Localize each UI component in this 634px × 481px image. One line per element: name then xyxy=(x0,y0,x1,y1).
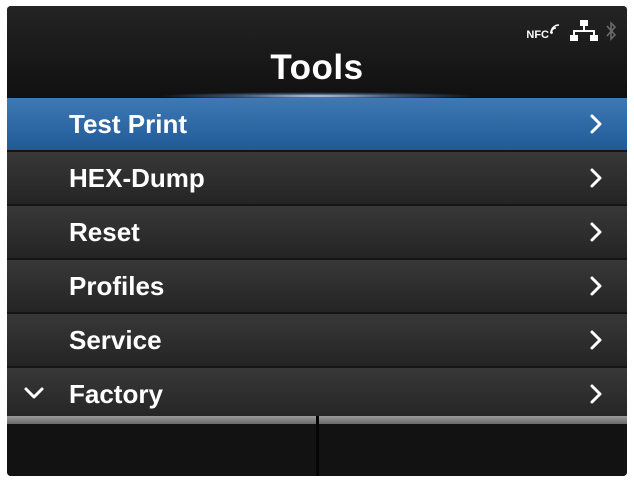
menu-item-label: Factory xyxy=(69,379,163,409)
nfc-icon xyxy=(550,24,560,34)
menu-item-label: Test Print xyxy=(69,109,187,139)
menu-item-label: Reset xyxy=(69,217,140,247)
network-icon xyxy=(570,20,598,41)
chevron-right-icon xyxy=(590,114,602,134)
printer-display: NFC Tools Test Print HEX-Dump Reset Prof… xyxy=(7,6,627,476)
soft-key-left[interactable] xyxy=(7,416,316,476)
chevron-right-icon xyxy=(590,276,602,296)
bluetooth-icon xyxy=(606,21,617,41)
tools-menu: Test Print HEX-Dump Reset Profiles Servi xyxy=(7,98,627,422)
soft-key-left-bar xyxy=(7,416,316,424)
menu-item-hex-dump[interactable]: HEX-Dump xyxy=(7,152,627,204)
menu-item-service[interactable]: Service xyxy=(7,314,627,366)
chevron-down-icon xyxy=(24,387,44,399)
menu-item-profiles[interactable]: Profiles xyxy=(7,260,627,312)
page-title: Tools xyxy=(270,48,364,87)
nfc-indicator: NFC xyxy=(526,21,563,41)
menu-item-label: Service xyxy=(69,325,162,355)
chevron-right-icon xyxy=(590,222,602,242)
header: NFC Tools xyxy=(7,6,627,100)
nfc-label: NFC xyxy=(526,29,549,41)
chevron-right-icon xyxy=(590,168,602,188)
menu-item-label: HEX-Dump xyxy=(69,163,205,193)
soft-key-right[interactable] xyxy=(319,416,627,476)
menu-item-reset[interactable]: Reset xyxy=(7,206,627,258)
soft-key-right-bar xyxy=(319,416,627,424)
menu-item-factory[interactable]: Factory xyxy=(7,368,627,420)
menu-item-label: Profiles xyxy=(69,271,165,301)
soft-key-bar xyxy=(7,416,627,476)
chevron-right-icon xyxy=(590,384,602,404)
status-icons: NFC xyxy=(526,16,617,46)
chevron-right-icon xyxy=(590,330,602,350)
menu-item-test-print[interactable]: Test Print xyxy=(7,98,627,150)
